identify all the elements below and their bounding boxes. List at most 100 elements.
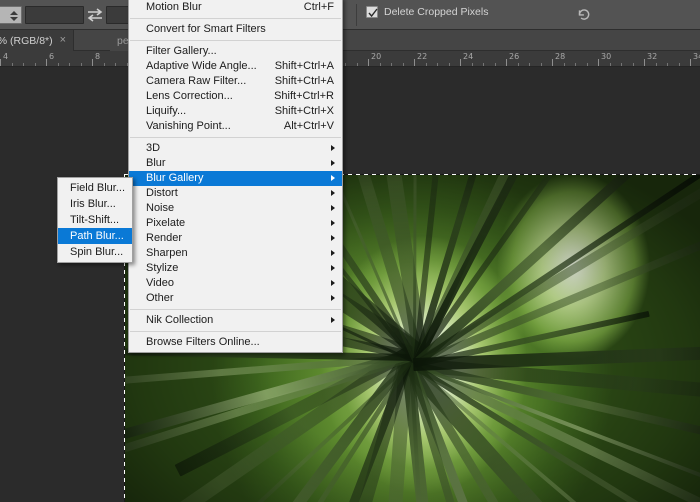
menu-item-label: Adaptive Wide Angle... (146, 59, 261, 74)
filter-menu[interactable]: Motion BlurCtrl+F Convert for Smart Filte… (128, 0, 343, 353)
menu-item-camera-raw-filter[interactable]: Camera Raw Filter...Shift+Ctrl+A (129, 74, 342, 89)
menu-item-blur[interactable]: Blur (129, 156, 342, 171)
menu-item-sharpen[interactable]: Sharpen (129, 246, 342, 261)
menu-item-label: 3D (146, 141, 334, 156)
menu-item-label: Convert for Smart Filters (146, 22, 334, 37)
menu-item-adaptive-wide-angle[interactable]: Adaptive Wide Angle...Shift+Ctrl+A (129, 59, 342, 74)
ruler-tick (92, 59, 93, 66)
menu-item-convert-for-smart-filters[interactable]: Convert for Smart Filters (129, 22, 342, 37)
menu-item-label: Pixelate (146, 216, 334, 231)
swap-arrows-icon[interactable] (85, 7, 105, 23)
menu-separator (130, 18, 341, 19)
chevron-right-icon (331, 190, 335, 196)
ruler-tick (598, 59, 599, 66)
submenu-item-tilt-shift[interactable]: Tilt-Shift... (58, 212, 132, 228)
crop-width-input[interactable] (25, 6, 84, 24)
menu-separator (130, 137, 341, 138)
menu-item-stylize[interactable]: Stylize (129, 261, 342, 276)
menu-item-vanishing-point[interactable]: Vanishing Point...Alt+Ctrl+V (129, 119, 342, 134)
stepper-arrows-icon[interactable] (9, 8, 18, 24)
ruler-label: 20 (371, 52, 381, 61)
horizontal-ruler[interactable]: 46810121416182022242628303234 (0, 51, 700, 67)
reset-arrow-icon[interactable] (575, 6, 593, 24)
ruler-tick-minor (449, 63, 450, 66)
ruler-tick-minor (656, 63, 657, 66)
menu-item-shortcut: Shift+Ctrl+A (261, 59, 334, 74)
menu-item-nik-collection[interactable]: Nik Collection (129, 313, 342, 328)
menu-item-3d[interactable]: 3D (129, 141, 342, 156)
ruler-tick-minor (357, 63, 358, 66)
blur-gallery-submenu[interactable]: Field Blur...Iris Blur...Tilt-Shift...Pa… (57, 177, 133, 263)
document-tab-bar: g @ 16.7% (RGB/8*) × pex (0, 30, 700, 51)
menu-item-motion-blur[interactable]: Motion BlurCtrl+F (129, 0, 342, 15)
ruler-label: 30 (601, 52, 611, 61)
menu-item-label: Video (146, 276, 334, 291)
ruler-tick-minor (483, 63, 484, 66)
submenu-item-path-blur[interactable]: Path Blur... (58, 228, 132, 244)
delete-cropped-pixels-checkbox[interactable]: Delete Cropped Pixels (366, 6, 488, 18)
ruler-tick-minor (575, 63, 576, 66)
document-tab-active[interactable]: g @ 16.7% (RGB/8*) × (0, 30, 74, 51)
menu-item-browse-filters-online[interactable]: Browse Filters Online... (129, 335, 342, 350)
ruler-tick-minor (23, 63, 24, 66)
menu-item-shortcut: Shift+Ctrl+R (260, 89, 334, 104)
ruler-label: 28 (555, 52, 565, 61)
menu-item-label: Lens Correction... (146, 89, 260, 104)
photoshop-window: Delete Cropped Pixels g @ 16.7% (RGB/8*)… (0, 0, 700, 502)
ruler-tick-minor (564, 63, 565, 66)
menu-item-label: Motion Blur (146, 0, 290, 15)
submenu-item-field-blur[interactable]: Field Blur... (58, 180, 132, 196)
menu-item-label: Camera Raw Filter... (146, 74, 261, 89)
ruler-tick-minor (667, 63, 668, 66)
check-icon (368, 8, 378, 18)
menu-item-label: Noise (146, 201, 334, 216)
menu-item-lens-correction[interactable]: Lens Correction...Shift+Ctrl+R (129, 89, 342, 104)
ruler-tick-minor (610, 63, 611, 66)
menu-item-label: Filter Gallery... (146, 44, 334, 59)
ruler-tick-minor (345, 63, 346, 66)
ruler-tick-minor (518, 63, 519, 66)
menu-item-blur-gallery[interactable]: Blur Gallery (129, 171, 342, 186)
menu-item-shortcut: Ctrl+F (290, 0, 334, 15)
menu-item-label: Browse Filters Online... (146, 335, 334, 350)
ruler-tick (552, 59, 553, 66)
ruler-tick-minor (115, 63, 116, 66)
menu-item-filter-gallery[interactable]: Filter Gallery... (129, 44, 342, 59)
chevron-right-icon (331, 220, 335, 226)
menu-item-pixelate[interactable]: Pixelate (129, 216, 342, 231)
ruler-tick (506, 59, 507, 66)
menu-item-render[interactable]: Render (129, 231, 342, 246)
menu-item-shortcut: Shift+Ctrl+X (261, 104, 334, 119)
ruler-label: 26 (509, 52, 519, 61)
ruler-tick-minor (541, 63, 542, 66)
menu-item-label: Render (146, 231, 334, 246)
ruler-label: 24 (463, 52, 473, 61)
menu-item-label: Vanishing Point... (146, 119, 270, 134)
menu-separator (130, 40, 341, 41)
tool-preset-stepper[interactable] (0, 6, 22, 24)
menu-item-video[interactable]: Video (129, 276, 342, 291)
close-icon[interactable]: × (60, 35, 66, 46)
menu-item-label: Sharpen (146, 246, 334, 261)
menu-item-liquify[interactable]: Liquify...Shift+Ctrl+X (129, 104, 342, 119)
ruler-tick-minor (679, 63, 680, 66)
ruler-tick-minor (529, 63, 530, 66)
submenu-item-iris-blur[interactable]: Iris Blur... (58, 196, 132, 212)
menu-item-label: Blur (146, 156, 334, 171)
checkbox-box[interactable] (366, 6, 378, 18)
ruler-tick-minor (472, 63, 473, 66)
ruler-tick (690, 59, 691, 66)
chevron-right-icon (331, 250, 335, 256)
submenu-item-spin-blur[interactable]: Spin Blur... (58, 244, 132, 260)
canvas-area[interactable] (0, 67, 700, 502)
menu-item-distort[interactable]: Distort (129, 186, 342, 201)
menu-item-noise[interactable]: Noise (129, 201, 342, 216)
chevron-right-icon (331, 160, 335, 166)
ruler-tick (414, 59, 415, 66)
ruler-tick-minor (58, 63, 59, 66)
document-tab-title: g @ 16.7% (RGB/8*) (0, 35, 53, 47)
ruler-label: 22 (417, 52, 427, 61)
ruler-label: 4 (3, 52, 8, 61)
menu-item-other[interactable]: Other (129, 291, 342, 306)
chevron-right-icon (331, 295, 335, 301)
